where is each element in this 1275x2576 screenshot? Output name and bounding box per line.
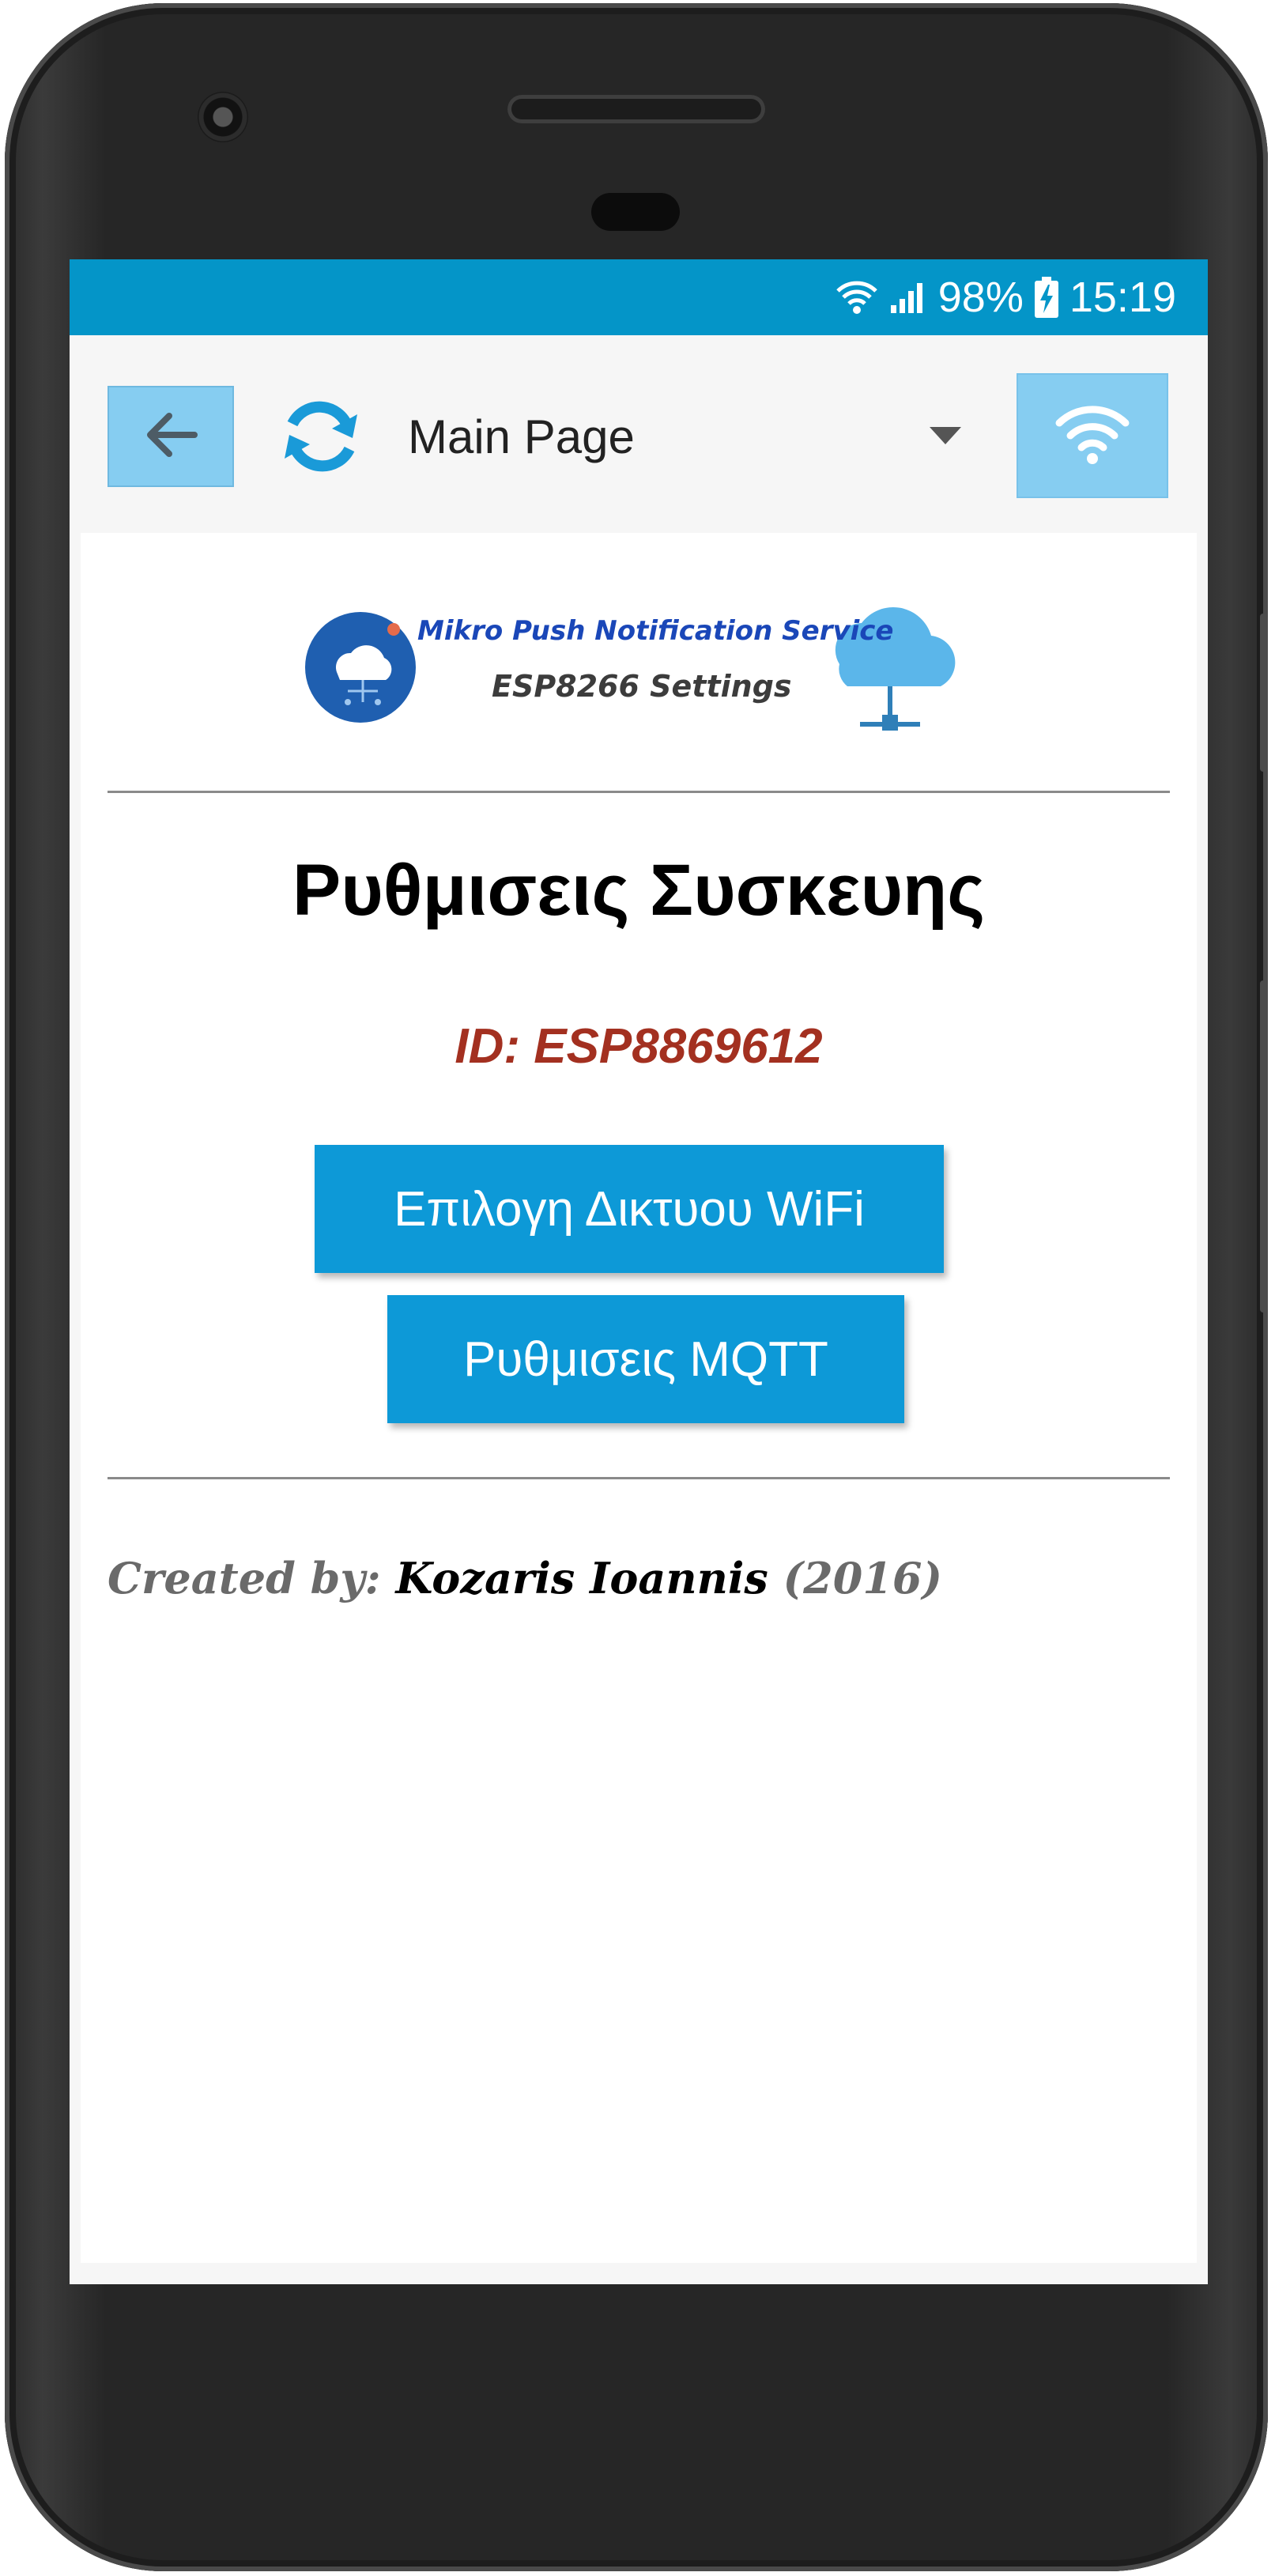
battery-charging-icon (1034, 277, 1058, 318)
front-camera (198, 92, 248, 142)
page-title: Ρυθμισεις Συσκευης (292, 850, 986, 931)
divider-bottom (108, 1477, 1170, 1479)
battery-percent: 98% (937, 274, 1024, 321)
wifi-network-button[interactable]: Επιλογη Δικτυου WiFi (315, 1145, 944, 1273)
wifi-icon (1054, 402, 1130, 470)
earpiece-speaker (507, 95, 765, 123)
created-by-label: Created by: (108, 1553, 381, 1603)
clock: 15:19 (1069, 274, 1176, 321)
service-logo: Mikro Push Notification Service ESP8266 … (302, 591, 974, 750)
refresh-icon (275, 401, 367, 485)
chevron-down-icon (930, 427, 961, 444)
volume-button (1260, 980, 1268, 1313)
logo-subtitle: ESP8266 Settings (492, 669, 792, 704)
status-bar: 98% 15:19 (70, 259, 1208, 335)
logo-title: Mikro Push Notification Service (417, 615, 894, 647)
device-id: ID: ESP8869612 (455, 1019, 823, 1074)
toolbar: Main Page (70, 335, 1208, 533)
proximity-sensor (591, 193, 680, 231)
phone-frame: 98% 15:19 Main Page Mikro Push Notificat… (5, 3, 1268, 2571)
cell-signal-icon (889, 280, 927, 315)
power-button (1260, 614, 1268, 772)
arrow-left-icon (142, 410, 199, 464)
refresh-button[interactable] (275, 391, 367, 482)
back-button[interactable] (108, 386, 234, 487)
year: (2016) (783, 1553, 943, 1603)
wifi-icon (836, 280, 878, 315)
page-select[interactable]: Main Page (386, 383, 1002, 490)
main-content: Mikro Push Notification Service ESP8266 … (81, 533, 1197, 2263)
page-select-value: Main Page (408, 410, 635, 463)
wifi-button[interactable] (1017, 373, 1168, 498)
mqtt-settings-button[interactable]: Ρυθμισεις MQTT (387, 1295, 904, 1423)
screen: 98% 15:19 Main Page Mikro Push Notificat… (70, 259, 1208, 2284)
divider-top (108, 791, 1170, 793)
author-name: Kozaris Ioannis (395, 1553, 768, 1603)
footer-credit: Created by: Kozaris Ioannis (2016) (108, 1553, 942, 1603)
